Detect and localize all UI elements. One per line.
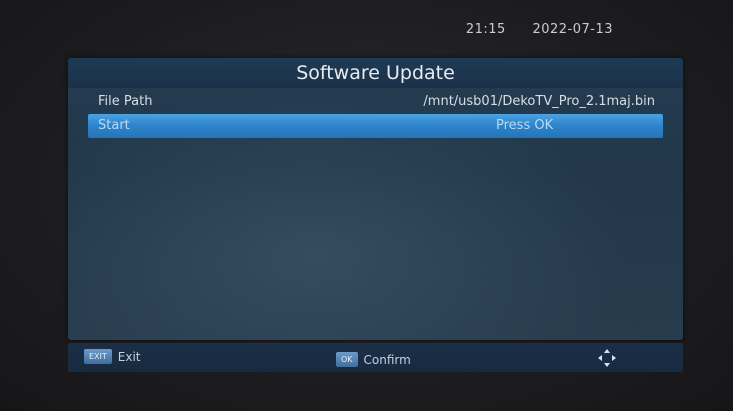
direction-pad-icon xyxy=(598,349,616,367)
clock-date: 2022-07-13 xyxy=(532,22,613,37)
software-update-dialog: Software Update File Path /mnt/usb01/Dek… xyxy=(68,58,683,340)
tv-screen: 21:15 2022-07-13 Software Update File Pa… xyxy=(0,0,733,411)
exit-label: Exit xyxy=(117,350,141,364)
file-path-row[interactable]: File Path /mnt/usb01/DekoTV_Pro_2.1maj.b… xyxy=(88,90,663,114)
key-hint-bar: EXIT Exit OK Confirm xyxy=(68,343,683,372)
start-label: Start xyxy=(98,118,130,133)
confirm-hint[interactable]: OK Confirm xyxy=(336,352,411,368)
dialog-title: Software Update xyxy=(68,58,683,88)
exit-key-icon: EXIT xyxy=(84,349,112,364)
start-row[interactable]: Start Press OK xyxy=(88,114,663,138)
clock-time: 21:15 xyxy=(465,22,506,37)
start-value: Press OK xyxy=(496,118,554,133)
file-path-label: File Path xyxy=(98,94,153,109)
confirm-label: Confirm xyxy=(363,353,411,367)
exit-hint[interactable]: EXIT Exit xyxy=(84,349,141,365)
ok-key-icon: OK xyxy=(336,352,358,367)
status-bar: 21:15 2022-07-13 xyxy=(466,22,613,37)
file-path-value: /mnt/usb01/DekoTV_Pro_2.1maj.bin xyxy=(423,94,655,109)
